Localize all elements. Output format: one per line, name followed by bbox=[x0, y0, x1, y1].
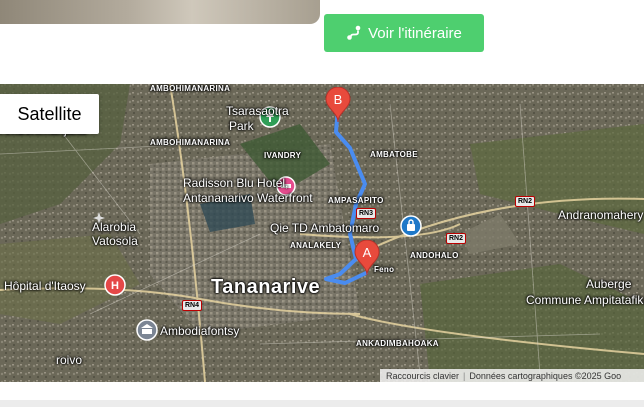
page-bottom-strip bbox=[0, 400, 644, 407]
label-andohalo: ANDOHALO bbox=[410, 251, 459, 260]
road-badge-rn4: RN4 bbox=[182, 300, 203, 311]
end-marker-b[interactable]: B bbox=[325, 87, 351, 123]
road-badge-rn2-b: RN2 bbox=[515, 196, 536, 207]
footer-separator: | bbox=[463, 370, 466, 381]
label-radisson-line2: Antananarivo Waterfront bbox=[183, 191, 313, 205]
svg-text:B: B bbox=[334, 92, 343, 107]
label-ambohipo: ANKADIMBAHOAKA bbox=[356, 339, 439, 348]
label-ambohimanarina: AMBOHIMANARINA bbox=[150, 138, 231, 147]
map-footer: Raccourcis clavier | Données cartographi… bbox=[380, 369, 644, 382]
label-ambodiafontsy: roivo bbox=[56, 353, 83, 367]
shopping-icon[interactable] bbox=[400, 215, 422, 237]
view-route-button[interactable]: Voir l'itinéraire bbox=[324, 14, 484, 52]
label-tsarasaotra: Tsarasaotra bbox=[226, 104, 289, 118]
hospital-icon[interactable]: H bbox=[104, 274, 126, 296]
svg-text:H: H bbox=[111, 280, 119, 292]
label-commune-ampitatafika: Ambodiafontsy bbox=[160, 324, 240, 338]
label-ankatso: Feno bbox=[374, 265, 395, 274]
label-qie-td-ambatomaro: Qie TD Ambatomaro bbox=[270, 221, 380, 235]
label-ambohimanarina-top: AMBOHIMANARINA bbox=[150, 84, 231, 93]
view-route-label: Voir l'itinéraire bbox=[368, 24, 462, 42]
label-auberge: Auberge bbox=[586, 277, 632, 291]
label-radisson-line1: Radisson Blu Hotel, bbox=[183, 176, 289, 190]
label-tananarive: Tananarive bbox=[211, 276, 321, 298]
road-badge-rn3: RN3 bbox=[356, 208, 377, 219]
label-ampasapito: AMPASAPITO bbox=[328, 196, 384, 205]
label-analakely: ANALAKELY bbox=[290, 241, 342, 250]
hotel-photo bbox=[0, 0, 320, 24]
map-attribution[interactable]: Données cartographiques ©2025 Goo bbox=[469, 371, 621, 381]
keyboard-shortcuts-link[interactable]: Raccourcis clavier bbox=[386, 371, 459, 381]
road-badge-rn2-a: RN2 bbox=[446, 233, 467, 244]
satellite-toggle-button[interactable]: Satellite bbox=[0, 94, 99, 134]
label-hopital-itaosy: Hôpital d'Itaosy bbox=[4, 279, 86, 293]
label-vatosola: Vatosola bbox=[92, 234, 138, 248]
label-ambatobe: AMBATOBE bbox=[370, 150, 418, 159]
government-icon[interactable] bbox=[136, 319, 158, 341]
label-alarobia: Alarobia bbox=[92, 220, 137, 234]
svg-text:A: A bbox=[363, 245, 372, 260]
label-andranomahery: Andranomahery bbox=[558, 208, 644, 222]
label-ivandry: IVANDRY bbox=[264, 151, 302, 160]
label-park: Park bbox=[229, 119, 254, 133]
route-icon bbox=[347, 25, 361, 40]
label-tsarajery-finaritra: Commune Ampitatafika bbox=[526, 293, 644, 307]
